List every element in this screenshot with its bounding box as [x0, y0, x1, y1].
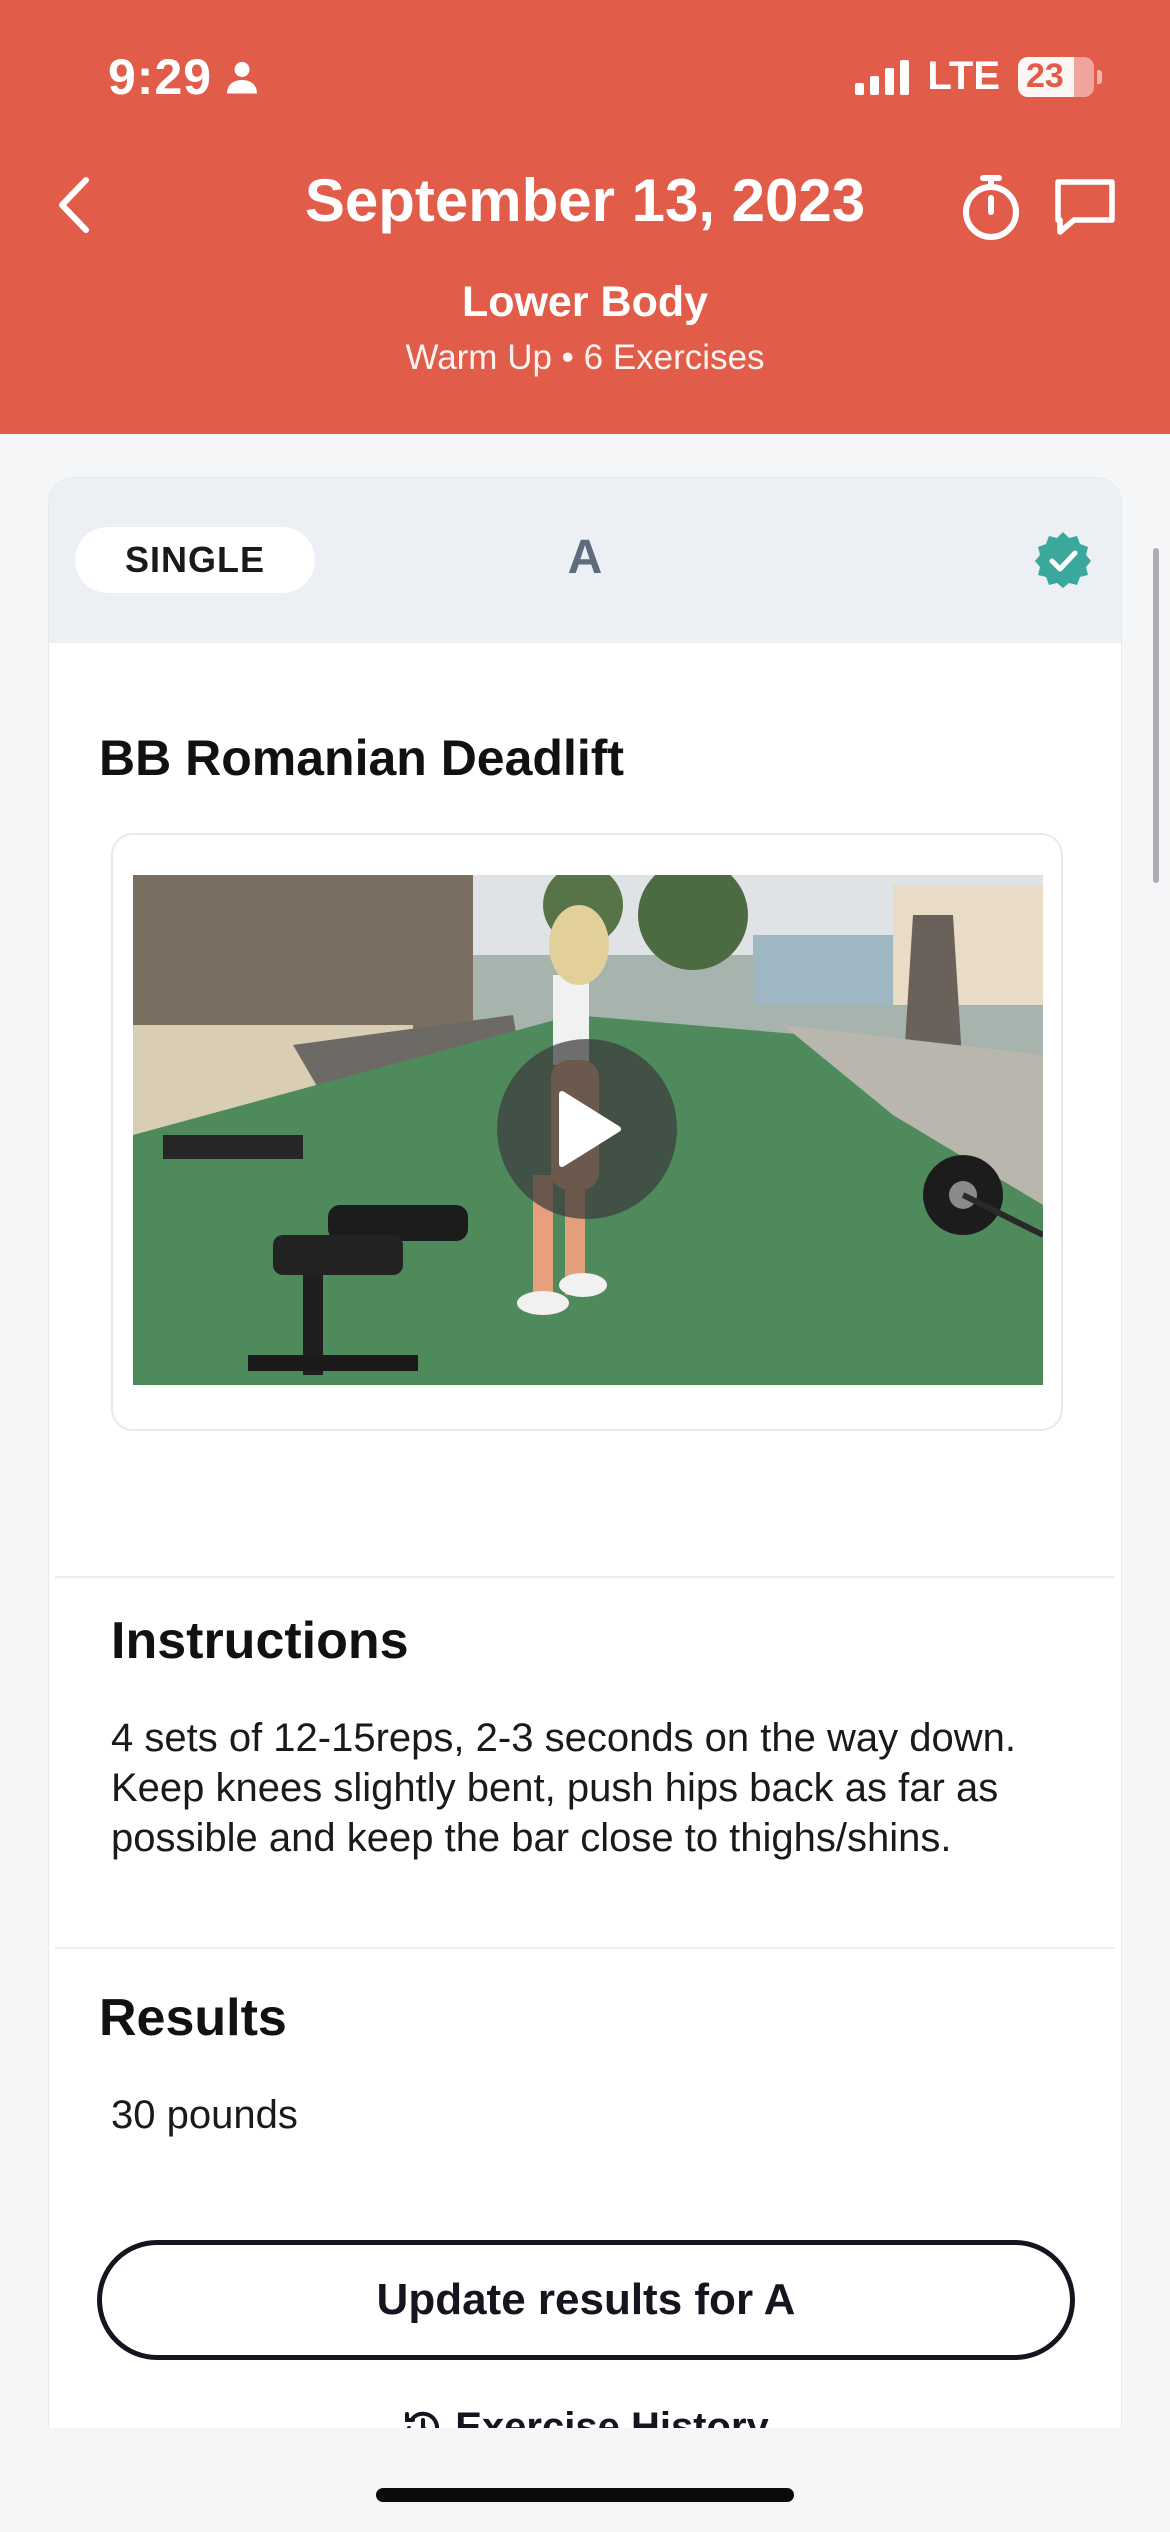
- update-results-button[interactable]: Update results for A: [97, 2240, 1075, 2360]
- video-frame: [111, 833, 1063, 1431]
- person-icon: [227, 62, 258, 94]
- bottom-safe-area: [0, 2428, 1170, 2532]
- scrollbar[interactable]: [1153, 548, 1159, 883]
- instructions-title: Instructions: [111, 1612, 409, 1670]
- card-header: SINGLE A: [49, 478, 1121, 643]
- results-value: 30 pounds: [111, 2093, 298, 2137]
- status-right: LTE 23: [855, 54, 1102, 99]
- divider: [55, 1947, 1115, 1949]
- battery-level: 23: [1026, 57, 1064, 95]
- results-title: Results: [99, 1989, 287, 2047]
- card-body: BB Romanian Deadlift Instructions 4 sets…: [55, 643, 1115, 2532]
- signal-icon: [855, 59, 910, 95]
- play-button[interactable]: [497, 1039, 677, 1219]
- header: 9:29 LTE 23 September 13, 2023 Lower Bod…: [0, 0, 1170, 434]
- divider: [55, 1576, 1115, 1578]
- home-indicator[interactable]: [376, 2488, 794, 2502]
- exercise-video[interactable]: [133, 875, 1043, 1385]
- network-label: LTE: [927, 54, 1000, 98]
- play-icon: [559, 1091, 621, 1167]
- exercise-name: BB Romanian Deadlift: [99, 730, 625, 786]
- status-time: 9:29: [108, 48, 260, 106]
- exercise-card: SINGLE A BB Romanian Deadlift Instructio…: [48, 477, 1122, 2532]
- workout-name: Lower Body: [461, 278, 709, 326]
- verified-check-icon: [1035, 532, 1091, 588]
- workout-meta: Warm Up • 6 Exercises: [405, 338, 765, 377]
- battery-icon: 23: [1018, 56, 1102, 97]
- chat-icon[interactable]: [1052, 174, 1118, 240]
- stopwatch-icon[interactable]: [956, 172, 1026, 244]
- time-text: 9:29: [108, 49, 213, 105]
- instructions-text: 4 sets of 12-15reps, 2-3 seconds on the …: [111, 1716, 1016, 1860]
- block-letter: A: [567, 531, 603, 584]
